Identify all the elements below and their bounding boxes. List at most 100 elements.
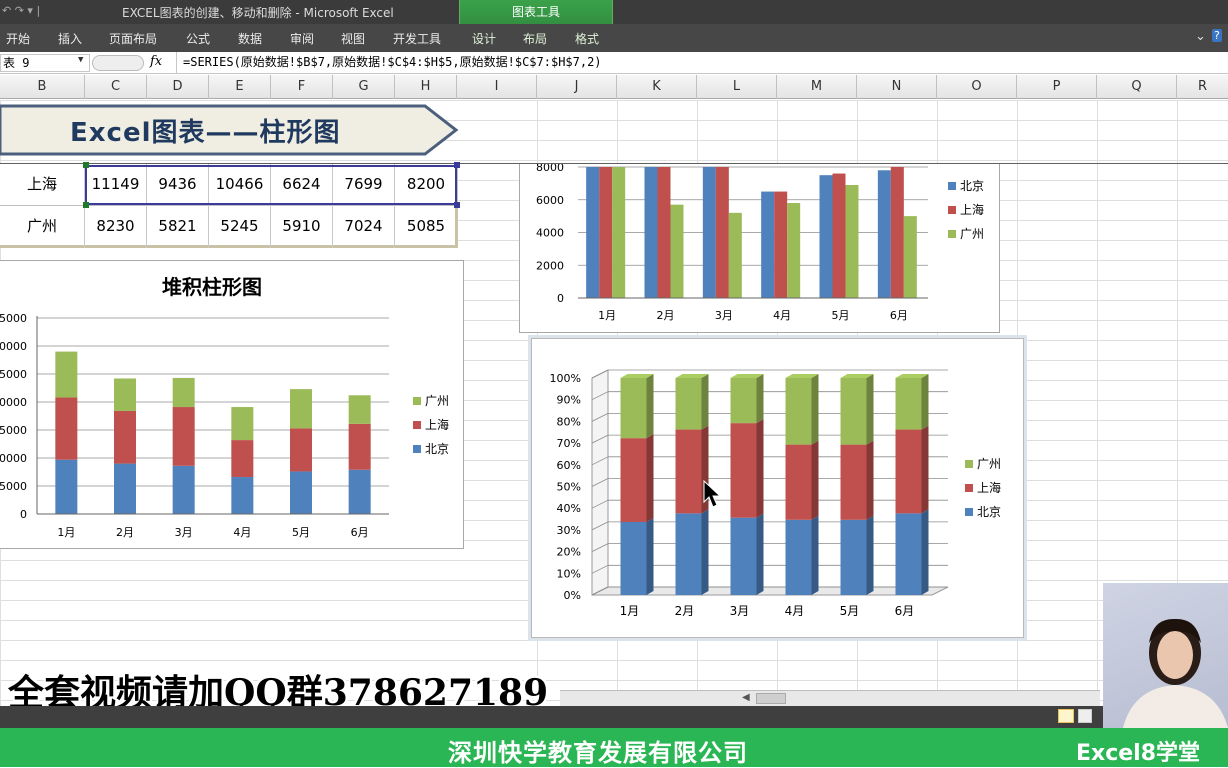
bar-segment <box>290 471 312 514</box>
y-tick-label: 0000 <box>0 396 27 409</box>
insert-function-icon[interactable]: fx <box>150 54 162 69</box>
legend-swatch <box>948 206 956 214</box>
column-header[interactable]: M <box>777 75 857 99</box>
column-header[interactable]: I <box>457 75 537 99</box>
bar-segment <box>730 378 757 424</box>
bar-side <box>646 434 654 522</box>
tab-page-layout[interactable]: 页面布局 <box>109 30 157 47</box>
column-header[interactable]: Q <box>1097 75 1177 99</box>
column-header[interactable]: D <box>147 75 209 99</box>
legend-label: 广州 <box>977 457 1001 471</box>
tab-home[interactable]: 开始 <box>6 30 30 47</box>
table-cell[interactable]: 7024 <box>333 206 395 248</box>
legend-swatch <box>413 397 421 405</box>
tab-insert[interactable]: 插入 <box>58 30 82 47</box>
clustered-column-chart[interactable]: 0 2000 4000 6000 8000 1月 2月 3月 4月 5月 6月 北京 上海 广州 <box>519 161 1000 333</box>
tab-layout[interactable]: 布局 <box>523 30 547 47</box>
status-bar <box>0 706 1228 728</box>
name-box-dropdown-icon[interactable]: ▼ <box>78 55 83 65</box>
bar-side <box>646 517 654 595</box>
bar-segment <box>840 378 867 445</box>
bar-segment <box>840 444 867 520</box>
column-header[interactable]: G <box>333 75 395 99</box>
legend-label: 北京 <box>960 179 984 193</box>
tab-design[interactable]: 设计 <box>472 30 496 47</box>
bar-segment <box>231 440 254 478</box>
normal-view-icon[interactable] <box>1058 709 1074 723</box>
row-label[interactable]: 广州 <box>0 206 85 248</box>
x-tick-label: 2月 <box>675 604 695 618</box>
formula-resize-handle[interactable] <box>92 55 144 71</box>
column-header[interactable]: R <box>1177 75 1228 99</box>
bar <box>702 167 716 298</box>
range-handle[interactable] <box>454 202 460 208</box>
tab-format[interactable]: 格式 <box>575 30 599 47</box>
bar-side <box>866 515 874 595</box>
bar <box>586 167 600 298</box>
stacked-column-chart[interactable]: 0 5000 0000 5000 0000 5000 0000 5000 1月 2月 3月 4月 5月 6… <box>0 260 464 549</box>
column-header[interactable]: F <box>271 75 333 99</box>
legend-label: 上海 <box>977 480 1001 495</box>
tab-developer[interactable]: 开发工具 <box>393 30 441 47</box>
table-cell[interactable]: 5085 <box>395 206 457 248</box>
y-tick-label: 5000 <box>0 480 27 493</box>
column-header[interactable]: L <box>697 75 777 99</box>
column-header[interactable]: O <box>937 75 1017 99</box>
percent-stacked-chart[interactable]: 0% 10% 20% 30% 40% 50% 60% 70% 80% 90% 100% 1月 2月 3月 4… <box>531 338 1024 638</box>
column-header[interactable]: C <box>85 75 147 99</box>
column-header[interactable]: P <box>1017 75 1097 99</box>
chart-title[interactable]: 堆积柱形图 <box>162 271 262 300</box>
column-header[interactable]: H <box>395 75 457 99</box>
table-cell[interactable]: 5821 <box>147 206 209 248</box>
column-header[interactable]: J <box>537 75 617 99</box>
bar-segment <box>172 377 195 408</box>
tab-review[interactable]: 审阅 <box>290 30 314 47</box>
tab-formulas[interactable]: 公式 <box>186 30 210 47</box>
banner-title: Excel图表——柱形图 <box>70 118 341 148</box>
bar-side <box>756 419 764 518</box>
table-cell[interactable]: 8230 <box>85 206 147 248</box>
scroll-left-icon[interactable]: ◀ <box>742 692 750 703</box>
x-tick-label: 1月 <box>598 309 616 322</box>
x-tick-label: 5月 <box>832 309 850 322</box>
name-box[interactable]: 表 9 <box>0 54 90 72</box>
x-tick-label: 5月 <box>292 526 310 539</box>
selected-range[interactable] <box>85 165 457 205</box>
x-tick-label: 3月 <box>175 526 193 539</box>
ribbon-minimize-icon[interactable]: ⌄ <box>1195 29 1206 44</box>
y-tick-label: 2000 <box>536 259 564 272</box>
x-tick-label: 4月 <box>785 604 805 618</box>
table-cell[interactable]: 5245 <box>209 206 271 248</box>
column-header[interactable]: E <box>209 75 271 99</box>
clustered-chart-svg: 0 2000 4000 6000 8000 1月 2月 3月 4月 5月 6月 北京上海广州 <box>536 161 984 322</box>
range-handle[interactable] <box>83 202 89 208</box>
formula-input[interactable]: =SERIES(原始数据!$B$7,原始数据!$C$4:$H$5,原始数据!$C… <box>176 52 1216 73</box>
y-tick-label: 30% <box>557 524 581 537</box>
bar-side <box>921 425 929 514</box>
range-handle[interactable] <box>83 162 89 168</box>
scroll-thumb[interactable] <box>756 693 786 704</box>
horizontal-scrollbar[interactable]: ◀ <box>560 690 1100 706</box>
quick-access-toolbar[interactable]: ↶ ↷ ▾ | <box>2 4 40 17</box>
tab-data[interactable]: 数据 <box>238 30 262 47</box>
bar-side <box>921 509 929 595</box>
range-handle[interactable] <box>454 162 460 168</box>
bar-segment <box>114 410 136 464</box>
bar-segment <box>730 423 757 518</box>
legend-label: 北京 <box>977 505 1001 519</box>
table-cell[interactable]: 5910 <box>271 206 333 248</box>
bar-side <box>921 374 929 430</box>
help-icon[interactable]: ? <box>1212 29 1222 42</box>
bar-segment <box>348 395 371 424</box>
column-header[interactable]: N <box>857 75 937 99</box>
column-header[interactable]: K <box>617 75 697 99</box>
y-tick-label: 70% <box>557 437 581 450</box>
bar-segment <box>114 378 136 411</box>
x-tick-label: 6月 <box>890 309 908 322</box>
title-bar: ↶ ↷ ▾ | EXCEL图表的创建、移动和删除 - Microsoft Exc… <box>0 0 1228 24</box>
page-layout-view-icon[interactable] <box>1078 709 1092 723</box>
row-label[interactable]: 上海 <box>0 164 85 206</box>
column-header[interactable]: B <box>0 75 85 99</box>
chart-tools-label: 图表工具 <box>511 5 560 19</box>
tab-view[interactable]: 视图 <box>341 30 365 47</box>
